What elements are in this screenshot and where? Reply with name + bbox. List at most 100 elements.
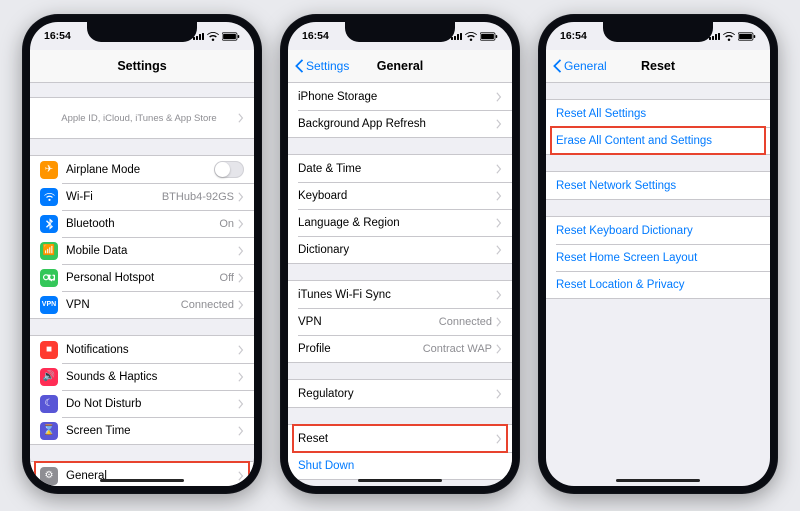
group-1: iPhone Storage Background App Refresh <box>288 83 512 138</box>
chevron-left-icon <box>552 59 562 73</box>
chevron-right-icon <box>238 399 244 409</box>
home-indicator[interactable] <box>616 479 700 482</box>
row-reset-home-screen[interactable]: Reset Home Screen Layout <box>546 244 770 271</box>
sounds-icon: 🔊 <box>40 368 58 386</box>
row-background-refresh[interactable]: Background App Refresh <box>288 110 512 137</box>
row-mobile-data[interactable]: 📶 Mobile Data <box>30 237 254 264</box>
group-signin: Apple ID, iCloud, iTunes & App Store <box>30 97 254 139</box>
row-label: Bluetooth <box>66 218 219 230</box>
row-label: Language & Region <box>298 217 496 229</box>
row-airplane-mode[interactable]: ✈ Airplane Mode <box>30 156 254 183</box>
row-iphone-storage[interactable]: iPhone Storage <box>288 83 512 110</box>
screen: 16:54 Settings General iPhone Storage <box>288 22 512 486</box>
row-value: On <box>219 218 234 230</box>
row-label: Regulatory <box>298 388 496 400</box>
back-button[interactable]: General <box>552 50 607 82</box>
toggle-airplane[interactable] <box>214 161 244 178</box>
row-label: Shut Down <box>298 460 502 472</box>
gear-icon: ⚙ <box>40 467 58 485</box>
signin-row[interactable]: Apple ID, iCloud, iTunes & App Store <box>30 98 254 138</box>
row-label: Profile <box>298 343 423 355</box>
back-label: Settings <box>306 59 349 73</box>
row-profile[interactable]: Profile Contract WAP <box>288 335 512 362</box>
row-label: Background App Refresh <box>298 118 496 130</box>
chevron-right-icon <box>238 273 244 283</box>
notch <box>87 22 197 42</box>
row-value: BTHub4-92GS <box>162 191 234 203</box>
chevron-right-icon <box>496 344 502 354</box>
wifi-icon <box>723 32 735 41</box>
vpn-icon: VPN <box>40 296 58 314</box>
status-time: 16:54 <box>44 30 71 42</box>
home-indicator[interactable] <box>358 479 442 482</box>
chevron-right-icon <box>496 290 502 300</box>
notch <box>603 22 713 42</box>
row-bluetooth[interactable]: Bluetooth On <box>30 210 254 237</box>
row-label: Airplane Mode <box>66 164 214 176</box>
row-dictionary[interactable]: Dictionary <box>288 236 512 263</box>
row-reset-keyboard-dictionary[interactable]: Reset Keyboard Dictionary <box>546 217 770 244</box>
phone-reset: 16:54 General Reset Reset All Settings <box>538 14 778 494</box>
chevron-right-icon <box>496 317 502 327</box>
row-reset-network[interactable]: Reset Network Settings <box>546 172 770 199</box>
row-label: VPN <box>66 299 181 311</box>
row-erase-all[interactable]: Erase All Content and Settings <box>546 127 770 154</box>
row-general[interactable]: ⚙ General <box>30 462 254 486</box>
group-connectivity: ✈ Airplane Mode Wi-Fi BTHub4-92GS <box>30 155 254 319</box>
screen: 16:54 Settings Apple ID <box>30 22 254 486</box>
row-wifi[interactable]: Wi-Fi BTHub4-92GS <box>30 183 254 210</box>
row-label: Reset All Settings <box>556 108 760 120</box>
navbar: Settings <box>30 50 254 83</box>
row-personal-hotspot[interactable]: Personal Hotspot Off <box>30 264 254 291</box>
status-time: 16:54 <box>560 30 587 42</box>
row-label: Reset Keyboard Dictionary <box>556 225 760 237</box>
chevron-right-icon <box>238 471 244 481</box>
row-value: Connected <box>181 299 234 311</box>
row-regulatory[interactable]: Regulatory <box>288 380 512 407</box>
row-keyboard[interactable]: Keyboard <box>288 182 512 209</box>
group-2: Date & Time Keyboard Language & Region D… <box>288 154 512 264</box>
row-value: Connected <box>439 316 492 328</box>
chevron-right-icon <box>238 246 244 256</box>
row-label: Dictionary <box>298 244 496 256</box>
row-itunes-wifi-sync[interactable]: iTunes Wi-Fi Sync <box>288 281 512 308</box>
group-4: Regulatory <box>288 379 512 408</box>
chevron-right-icon <box>238 192 244 202</box>
row-notifications[interactable]: ■ Notifications <box>30 336 254 363</box>
chevron-right-icon <box>496 245 502 255</box>
chevron-right-icon <box>238 372 244 382</box>
status-indicators <box>709 32 756 41</box>
row-sounds[interactable]: 🔊 Sounds & Haptics <box>30 363 254 390</box>
status-indicators <box>193 32 240 41</box>
row-dnd[interactable]: ☾ Do Not Disturb <box>30 390 254 417</box>
row-value: Off <box>220 272 234 284</box>
row-label: Mobile Data <box>66 245 238 257</box>
content: Reset All Settings Erase All Content and… <box>546 83 770 486</box>
row-screen-time[interactable]: ⌛ Screen Time <box>30 417 254 444</box>
content: Apple ID, iCloud, iTunes & App Store ✈ A… <box>30 83 254 486</box>
notch <box>345 22 455 42</box>
back-button[interactable]: Settings <box>294 50 349 82</box>
screen: 16:54 General Reset Reset All Settings <box>546 22 770 486</box>
row-language-region[interactable]: Language & Region <box>288 209 512 236</box>
home-indicator[interactable] <box>100 479 184 482</box>
chevron-right-icon <box>238 113 244 123</box>
row-date-time[interactable]: Date & Time <box>288 155 512 182</box>
group-3: iTunes Wi-Fi Sync VPN Connected Profile … <box>288 280 512 363</box>
row-vpn[interactable]: VPN VPN Connected <box>30 291 254 318</box>
row-vpn[interactable]: VPN Connected <box>288 308 512 335</box>
chevron-right-icon <box>238 219 244 229</box>
row-shutdown[interactable]: Shut Down <box>288 452 512 479</box>
row-reset[interactable]: Reset <box>288 425 512 452</box>
row-label: VPN <box>298 316 439 328</box>
chevron-right-icon <box>496 119 502 129</box>
navbar: General Reset <box>546 50 770 83</box>
content: iPhone Storage Background App Refresh Da… <box>288 83 512 486</box>
row-reset-all-settings[interactable]: Reset All Settings <box>546 100 770 127</box>
hotspot-icon <box>40 269 58 287</box>
chevron-right-icon <box>496 164 502 174</box>
row-reset-location-privacy[interactable]: Reset Location & Privacy <box>546 271 770 298</box>
row-label: Screen Time <box>66 425 238 437</box>
wifi-icon <box>40 188 58 206</box>
row-label: Do Not Disturb <box>66 398 238 410</box>
